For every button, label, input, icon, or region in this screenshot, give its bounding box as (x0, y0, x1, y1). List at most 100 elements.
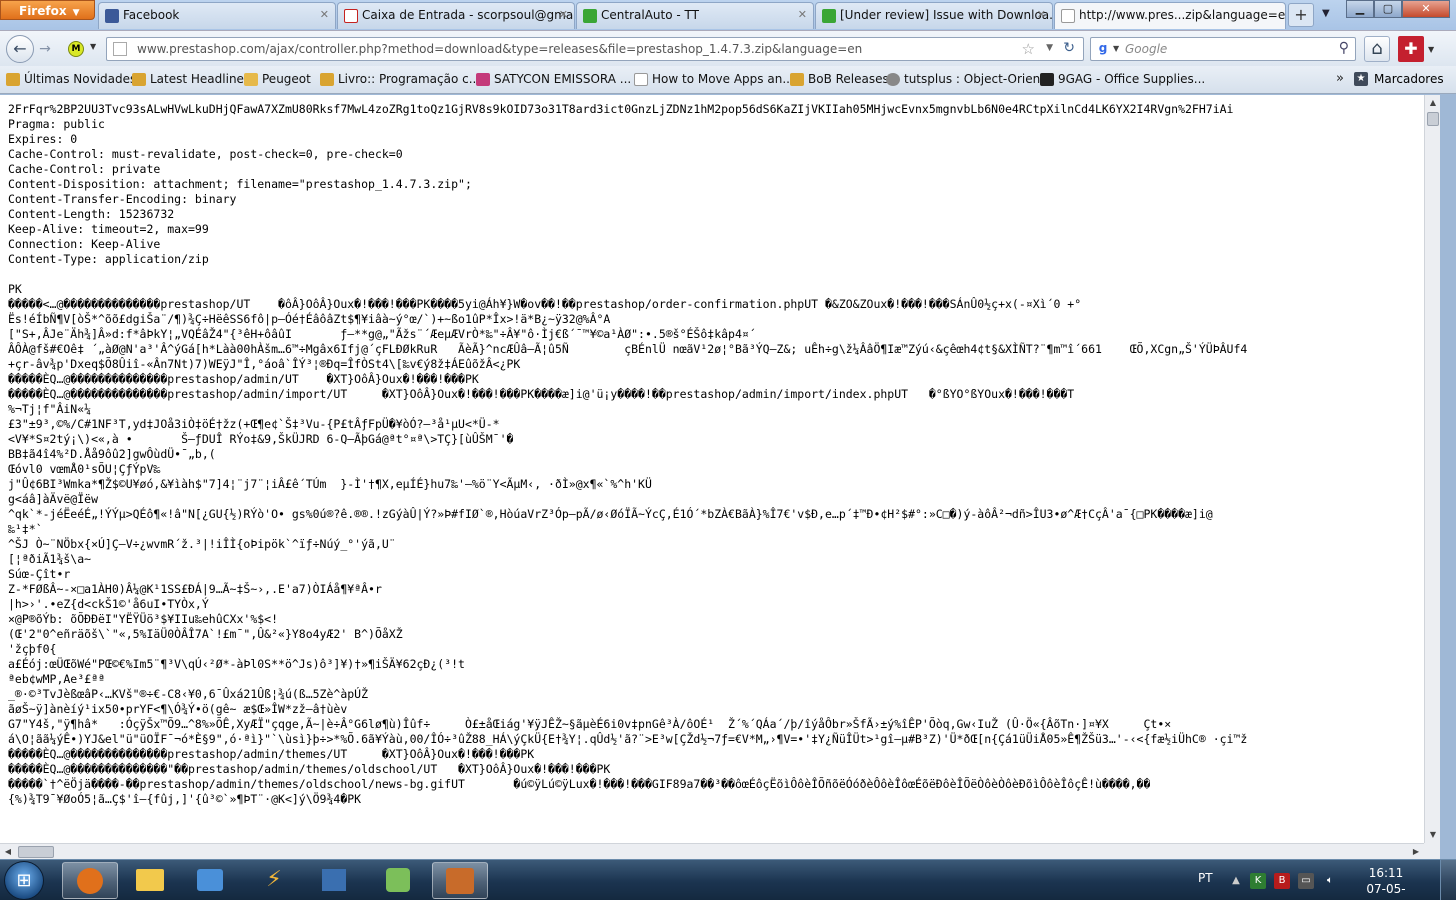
search-bar[interactable]: g ▼ Google ⚲ (1090, 37, 1356, 61)
bookmark-label: 9GAG - Office Supplies... (1058, 72, 1206, 86)
chevron-down-icon[interactable]: ▼ (1428, 45, 1434, 54)
bookmark-item[interactable]: tutsplus : Object-Orien... (886, 72, 1052, 86)
minimize-button[interactable]: ▁ (1346, 0, 1374, 18)
history-dropdown-icon[interactable]: ▼ (1046, 43, 1053, 53)
raw-response-text: 2FrFqr%2BP2UU3Tvc93sALwHVwLkuDHjQFawA7XZ… (0, 95, 1424, 807)
folder-icon (244, 73, 258, 86)
page-content: 2FrFqr%2BP2UU3Tvc93sALwHVwLkuDHjQFawA7XZ… (0, 95, 1424, 843)
response-line: Content-Type: application/zip (8, 252, 209, 266)
b-app-icon[interactable]: B (1274, 873, 1290, 889)
window-frame (1440, 95, 1456, 859)
bookmark-label: Peugeot (262, 72, 311, 86)
response-line: g<áâ]àÄvë@Ïëw (8, 492, 99, 506)
bookmarks-overflow-button[interactable]: » (1336, 71, 1344, 86)
addon-button[interactable]: ✚ (1398, 36, 1424, 62)
taskbar-media-player[interactable] (182, 862, 238, 899)
maximize-button[interactable]: ▢ (1374, 0, 1402, 18)
scroll-down-icon[interactable]: ▼ (1425, 827, 1441, 843)
response-line: (Œ'2"0^eñräõš\`"«,5%IäÜ0ÒÂÎ7A`!£m¯",Û&²«… (8, 627, 403, 641)
antivirus-icon[interactable]: K (1250, 873, 1266, 889)
bookmark-item[interactable]: SATYCON EMISSORA ... (476, 72, 631, 86)
response-line: 'žçþf0{ (8, 642, 57, 656)
show-desktop-button[interactable] (1440, 860, 1456, 900)
bookmark-star-icon[interactable]: ☆ (1022, 40, 1035, 58)
vertical-scrollbar[interactable]: ▲ ▼ (1424, 95, 1440, 843)
url-text[interactable]: www.prestashop.com/ajax/controller.php?m… (137, 42, 862, 56)
taskbar-firefox[interactable] (62, 862, 118, 899)
response-line: j"Û¢6BI³Wmka*¶Ž$©U¥øó,&¥ìàh$"7]4¦¨j7¨¦iÂ… (8, 477, 652, 491)
volume-icon[interactable]: 🔈︎ (1322, 873, 1338, 889)
response-line: Cache-Control: must-revalidate, post-che… (8, 147, 403, 161)
search-icon[interactable]: ⚲ (1339, 40, 1349, 56)
response-line: Súœ-Çît•r (8, 567, 71, 581)
greasemonkey-icon[interactable]: M (68, 41, 84, 57)
chevron-down-icon[interactable]: ▼ (90, 42, 96, 51)
forward-button[interactable]: → (36, 39, 54, 59)
tutsplus-icon (886, 73, 900, 86)
taskbar-explorer[interactable] (122, 862, 178, 899)
scroll-thumb[interactable] (1427, 112, 1439, 126)
navigation-toolbar: ← → M ▼ www.prestashop.com/ajax/controll… (0, 30, 1456, 66)
firefox-menu-label: Firefox (19, 4, 67, 18)
bookmarks-menu-button[interactable]: ★ Marcadores (1354, 72, 1444, 86)
list-all-tabs-icon[interactable]: ▼ (1322, 8, 1330, 19)
bookmark-item[interactable]: How to Move Apps an... (634, 72, 794, 86)
blank-page-icon (634, 73, 648, 86)
blank-page-icon (1061, 9, 1075, 23)
tab-prestashop-download[interactable]: http://www.pres...zip&language=en (1054, 2, 1286, 29)
firefox-menu-button[interactable]: Firefox ▼ (0, 0, 95, 20)
reload-icon[interactable]: ↻ (1063, 40, 1075, 56)
page-identity-icon[interactable] (113, 42, 127, 56)
scroll-thumb[interactable] (18, 846, 54, 858)
back-button[interactable]: ← (6, 35, 34, 63)
search-engine-dropdown-icon[interactable]: ▼ (1113, 44, 1119, 53)
scroll-up-icon[interactable]: ▲ (1425, 95, 1441, 111)
windows-logo-icon: ⊞ (16, 870, 32, 891)
bookmark-item[interactable]: 9GAG - Office Supplies... (1040, 72, 1205, 86)
plus-icon: + (1294, 5, 1308, 24)
response-line: |h>›'.•eZ{d<ckŠ1©'å6uI•TYÒx,Ý (8, 597, 209, 611)
bookmark-item[interactable]: Latest Headlines (132, 72, 250, 86)
close-icon[interactable]: ✕ (798, 8, 807, 21)
start-button[interactable]: ⊞ (4, 861, 44, 900)
url-bar[interactable]: www.prestashop.com/ajax/controller.php?m… (106, 37, 1084, 61)
home-button[interactable]: ⌂ (1364, 36, 1390, 62)
scroll-right-icon[interactable]: ▶ (1408, 844, 1424, 860)
search-placeholder[interactable]: Google (1125, 42, 1167, 56)
google-icon[interactable]: g (1095, 41, 1111, 57)
network-status-icon[interactable]: ▭ (1298, 873, 1314, 889)
network-icon (322, 869, 346, 891)
response-line: �����ÈQ…@��������������prestashop/admin/… (8, 387, 1075, 401)
response-line: ÂÔÀ@fš#€Oê‡ ´„àØ@N'a³'Â^ýGá[h*Làà00hÀšm…… (8, 342, 1248, 356)
bookmark-item[interactable]: Últimas Novidades (6, 72, 136, 86)
bookmark-item[interactable]: BoB Releases (790, 72, 889, 86)
close-window-button[interactable]: ✕ (1402, 0, 1450, 18)
taskbar-filezilla[interactable]: ⚡ (246, 862, 302, 899)
new-tab-button[interactable]: + (1288, 3, 1314, 27)
bookmark-item[interactable]: Peugeot (244, 72, 311, 86)
close-icon[interactable]: ✕ (320, 8, 329, 21)
taskbar-network-app[interactable] (306, 862, 362, 899)
close-icon[interactable]: ✕ (559, 8, 568, 21)
show-hidden-icons-icon[interactable]: ▲ (1228, 873, 1244, 889)
response-line: G7"Y4š,"ÿ¶hâ* :ÓçÿŠx™Õ9…^8%»ÕÊ,XyÆÏ"çqge… (8, 717, 1172, 731)
tab-centralauto[interactable]: CentralAuto - TT ✕ (576, 2, 814, 29)
lightning-icon: ⚡ (266, 867, 282, 892)
bookmark-item[interactable]: Livro:: Programação c... (320, 72, 480, 86)
response-line: �����<…@��������������prestashop/UT �ôÂ}… (8, 297, 1082, 311)
tab-label: CentralAuto - TT (601, 8, 699, 22)
tab-gmail[interactable]: Caixa de Entrada - scorpsoul@gma... ✕ (337, 2, 575, 29)
close-icon[interactable]: ✕ (1037, 8, 1046, 21)
horizontal-scrollbar[interactable]: ◀ ▶ (0, 843, 1424, 859)
response-line: Z-*FØßÂ~-×□a1ÀH0)Â¼@K¹1SS£ÐÁ|9…Ã~‡Š~›,.E… (8, 582, 382, 596)
tab-under-review[interactable]: [Under review] Issue with Downloa... ✕ (815, 2, 1053, 29)
input-language-indicator[interactable]: PT (1198, 871, 1213, 885)
taskbar-tools-app[interactable] (370, 862, 426, 899)
response-line: ªeb¢wMP,Ae³£ªª (8, 672, 105, 686)
system-clock[interactable]: 16:11 07-05-2012 (1356, 865, 1416, 900)
scroll-left-icon[interactable]: ◀ (0, 844, 16, 860)
taskbar-winamp[interactable] (432, 862, 488, 899)
response-line: Pragma: public (8, 117, 105, 131)
tab-facebook[interactable]: Facebook ✕ (98, 2, 336, 29)
bookmarks-menu-label: Marcadores (1374, 72, 1444, 86)
